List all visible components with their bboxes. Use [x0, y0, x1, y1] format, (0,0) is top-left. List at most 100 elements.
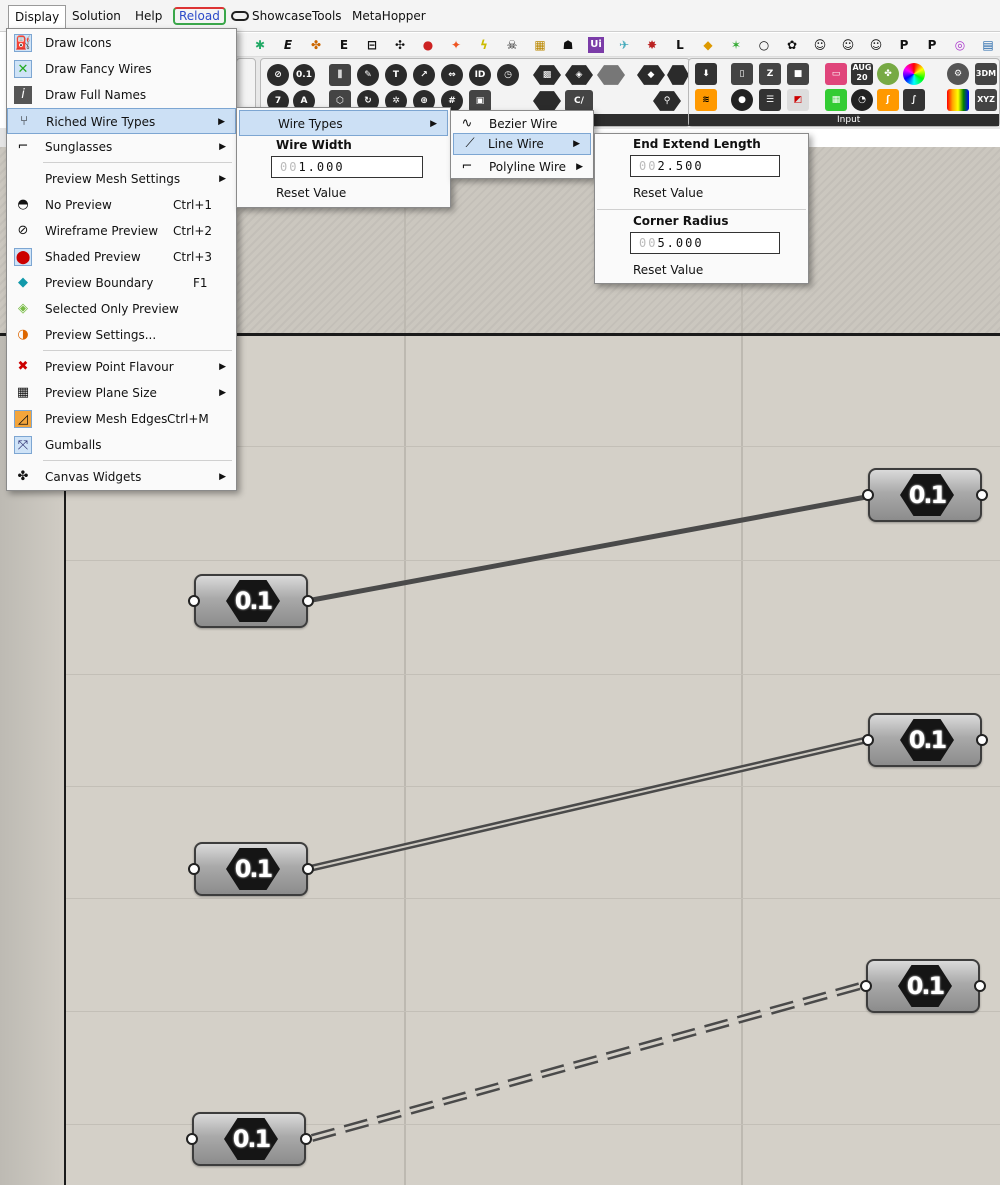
menu-item-draw-full-names[interactable]: i Draw Full Names — [7, 82, 236, 108]
menu-item-wire-types[interactable]: Wire Types ▶ — [239, 110, 448, 136]
menu-showcase-tools[interactable]: ShowcaseTools — [246, 6, 348, 26]
hex-dark-icon[interactable] — [533, 91, 561, 111]
plugin-lizard-icon[interactable]: ✶ — [728, 37, 744, 53]
menu-item-preview-point-flavour[interactable]: ✖ Preview Point Flavour ▶ — [7, 354, 236, 380]
menu-item-polyline-wire[interactable]: ⌐ Polyline Wire ▶ — [451, 154, 593, 180]
plugin-bot-icon[interactable]: ☗ — [560, 37, 576, 53]
mesh-hex-icon[interactable]: ▩ — [533, 65, 561, 85]
plugin-cloud-icon[interactable]: ✿ — [784, 37, 800, 53]
script-c-icon[interactable]: C/ — [565, 90, 593, 112]
text-t-icon[interactable]: T — [385, 64, 407, 86]
menu-metahopper[interactable]: MetaHopper — [346, 6, 432, 26]
plugin-fire-icon[interactable]: ✦ — [448, 37, 464, 53]
number-param-node[interactable]: 0.1 — [862, 468, 988, 522]
param-circle-icon[interactable]: ⊘ — [267, 64, 289, 86]
rainbow-icon[interactable] — [947, 89, 969, 111]
menu-help[interactable]: Help — [129, 6, 168, 26]
number-param-node[interactable]: 0.1 — [188, 842, 314, 896]
output-port[interactable] — [302, 863, 314, 875]
plugin-heron-icon[interactable]: ✈ — [616, 37, 632, 53]
square-icon[interactable]: ■ — [787, 63, 809, 85]
menu-item-preview-settings[interactable]: ◑ Preview Settings... — [7, 322, 236, 348]
path-icon[interactable]: ⚲ — [653, 91, 681, 111]
input-port[interactable] — [188, 863, 200, 875]
line-wire[interactable] — [311, 494, 867, 603]
input-port[interactable] — [188, 595, 200, 607]
z-icon[interactable]: Z — [759, 63, 781, 85]
plugin-p1-icon[interactable]: P — [896, 37, 912, 53]
output-port[interactable] — [976, 489, 988, 501]
number-param-node[interactable]: 0.1 — [862, 713, 988, 767]
plugin-l-icon[interactable]: L — [672, 37, 688, 53]
plugin-fish-icon[interactable]: ◆ — [700, 37, 716, 53]
plugin-target-icon[interactable]: ◎ — [952, 37, 968, 53]
output-port[interactable] — [974, 980, 986, 992]
plugin-tree-icon[interactable]: ✱ — [252, 37, 268, 53]
input-port[interactable] — [862, 734, 874, 746]
wire-width-input[interactable]: 001.000 — [271, 156, 423, 178]
plugin-pattern-icon[interactable]: ▦ — [532, 37, 548, 53]
param-number-icon[interactable]: 0.1 — [293, 64, 315, 86]
eraser-icon[interactable]: ◆ — [637, 65, 665, 85]
menu-item-shaded-preview[interactable]: ⬤ Shaded Preview Ctrl+3 — [7, 244, 236, 270]
menu-display[interactable]: Display — [8, 5, 67, 29]
menu-item-preview-plane-size[interactable]: ▦ Preview Plane Size ▶ — [7, 380, 236, 406]
plugin-ui-icon[interactable]: Ui — [588, 37, 604, 53]
plugin-skull-icon[interactable]: ☠ — [504, 37, 520, 53]
output-port[interactable] — [300, 1133, 312, 1145]
menu-item-no-preview[interactable]: ◓ No Preview Ctrl+1 — [7, 192, 236, 218]
input-port[interactable] — [862, 489, 874, 501]
curve-graph-icon[interactable]: ∫ — [903, 89, 925, 111]
plugin-circle-icon[interactable]: ○ — [756, 37, 772, 53]
timer-icon[interactable]: ◔ — [851, 89, 873, 111]
colors-icon[interactable]: ◩ — [787, 89, 809, 111]
menu-solution[interactable]: Solution — [66, 6, 127, 26]
graph-icon[interactable]: ↗ — [413, 64, 435, 86]
xyz-icon[interactable]: XYZ — [975, 89, 997, 111]
menu-item-draw-fancy-wires[interactable]: ✕ Draw Fancy Wires — [7, 56, 236, 82]
plugin-e-icon[interactable]: E — [336, 37, 352, 53]
plugin-red-icon[interactable]: ● — [420, 37, 436, 53]
plugin-ant-icon[interactable]: ✣ — [392, 37, 408, 53]
gem-icon[interactable]: ◈ — [565, 65, 593, 85]
calendar-icon[interactable]: AUG 20 — [851, 63, 873, 85]
clock-icon[interactable]: ◷ — [497, 64, 519, 86]
plugin-e-split-icon[interactable]: ⊟ — [364, 37, 380, 53]
plugin-ladybug-icon[interactable]: ✸ — [644, 37, 660, 53]
plugin-face1-icon[interactable]: ☺ — [812, 37, 828, 53]
input-port[interactable] — [860, 980, 872, 992]
wire-width-reset[interactable]: Reset Value — [276, 186, 346, 200]
signal-icon[interactable]: ≋ — [695, 89, 717, 111]
plugin-face3-icon[interactable]: ☺ — [868, 37, 884, 53]
output-port[interactable] — [976, 734, 988, 746]
menu-item-line-wire[interactable]: ⟋ Line Wire ▶ — [453, 133, 591, 155]
matrix-icon[interactable]: ▣ — [469, 90, 491, 112]
color-wheel-icon[interactable] — [903, 63, 925, 85]
menu-item-canvas-widgets[interactable]: ✤ Canvas Widgets ▶ — [7, 464, 236, 490]
corner-radius-input[interactable]: 005.000 — [630, 232, 780, 254]
id-icon[interactable]: ID — [469, 64, 491, 86]
hex-plain-icon[interactable] — [597, 65, 625, 85]
menu-item-selected-only-preview[interactable]: ◈ Selected Only Preview — [7, 296, 236, 322]
menu-item-draw-icons[interactable]: ⛽ Draw Icons — [7, 30, 236, 56]
plugin-bolt-icon[interactable]: ϟ — [476, 37, 492, 53]
device-icon[interactable]: ▯ — [731, 63, 753, 85]
gear-icon[interactable]: ⚙ — [947, 63, 969, 85]
plugin-p2-icon[interactable]: P — [924, 37, 940, 53]
3dm-icon[interactable]: 3DM — [975, 63, 997, 85]
slider-icon[interactable]: ⫼ — [329, 64, 351, 86]
plugin-bird-icon[interactable]: ✤ — [308, 37, 324, 53]
gradient-icon[interactable]: ▭ — [825, 63, 847, 85]
number-param-node[interactable]: 0.1 — [188, 574, 314, 628]
output-port[interactable] — [302, 595, 314, 607]
menu-item-preview-mesh-settings[interactable]: Preview Mesh Settings ▶ — [7, 166, 236, 192]
number-param-node[interactable]: 0.1 — [186, 1112, 312, 1166]
menu-item-sunglasses[interactable]: ⌐ Sunglasses ▶ — [7, 134, 236, 160]
menu-item-preview-mesh-edges[interactable]: ◿ Preview Mesh Edges Ctrl+M — [7, 406, 236, 432]
menu-item-riched-wire-types[interactable]: ⑂ Riched Wire Types ▶ — [7, 108, 236, 134]
end-extend-input[interactable]: 002.500 — [630, 155, 780, 177]
plugin-ruler-icon[interactable]: ▤ — [980, 37, 996, 53]
corner-radius-reset[interactable]: Reset Value — [633, 263, 703, 277]
pixel-icon[interactable]: ▦ — [825, 89, 847, 111]
number-param-node[interactable]: 0.1 — [860, 959, 986, 1013]
